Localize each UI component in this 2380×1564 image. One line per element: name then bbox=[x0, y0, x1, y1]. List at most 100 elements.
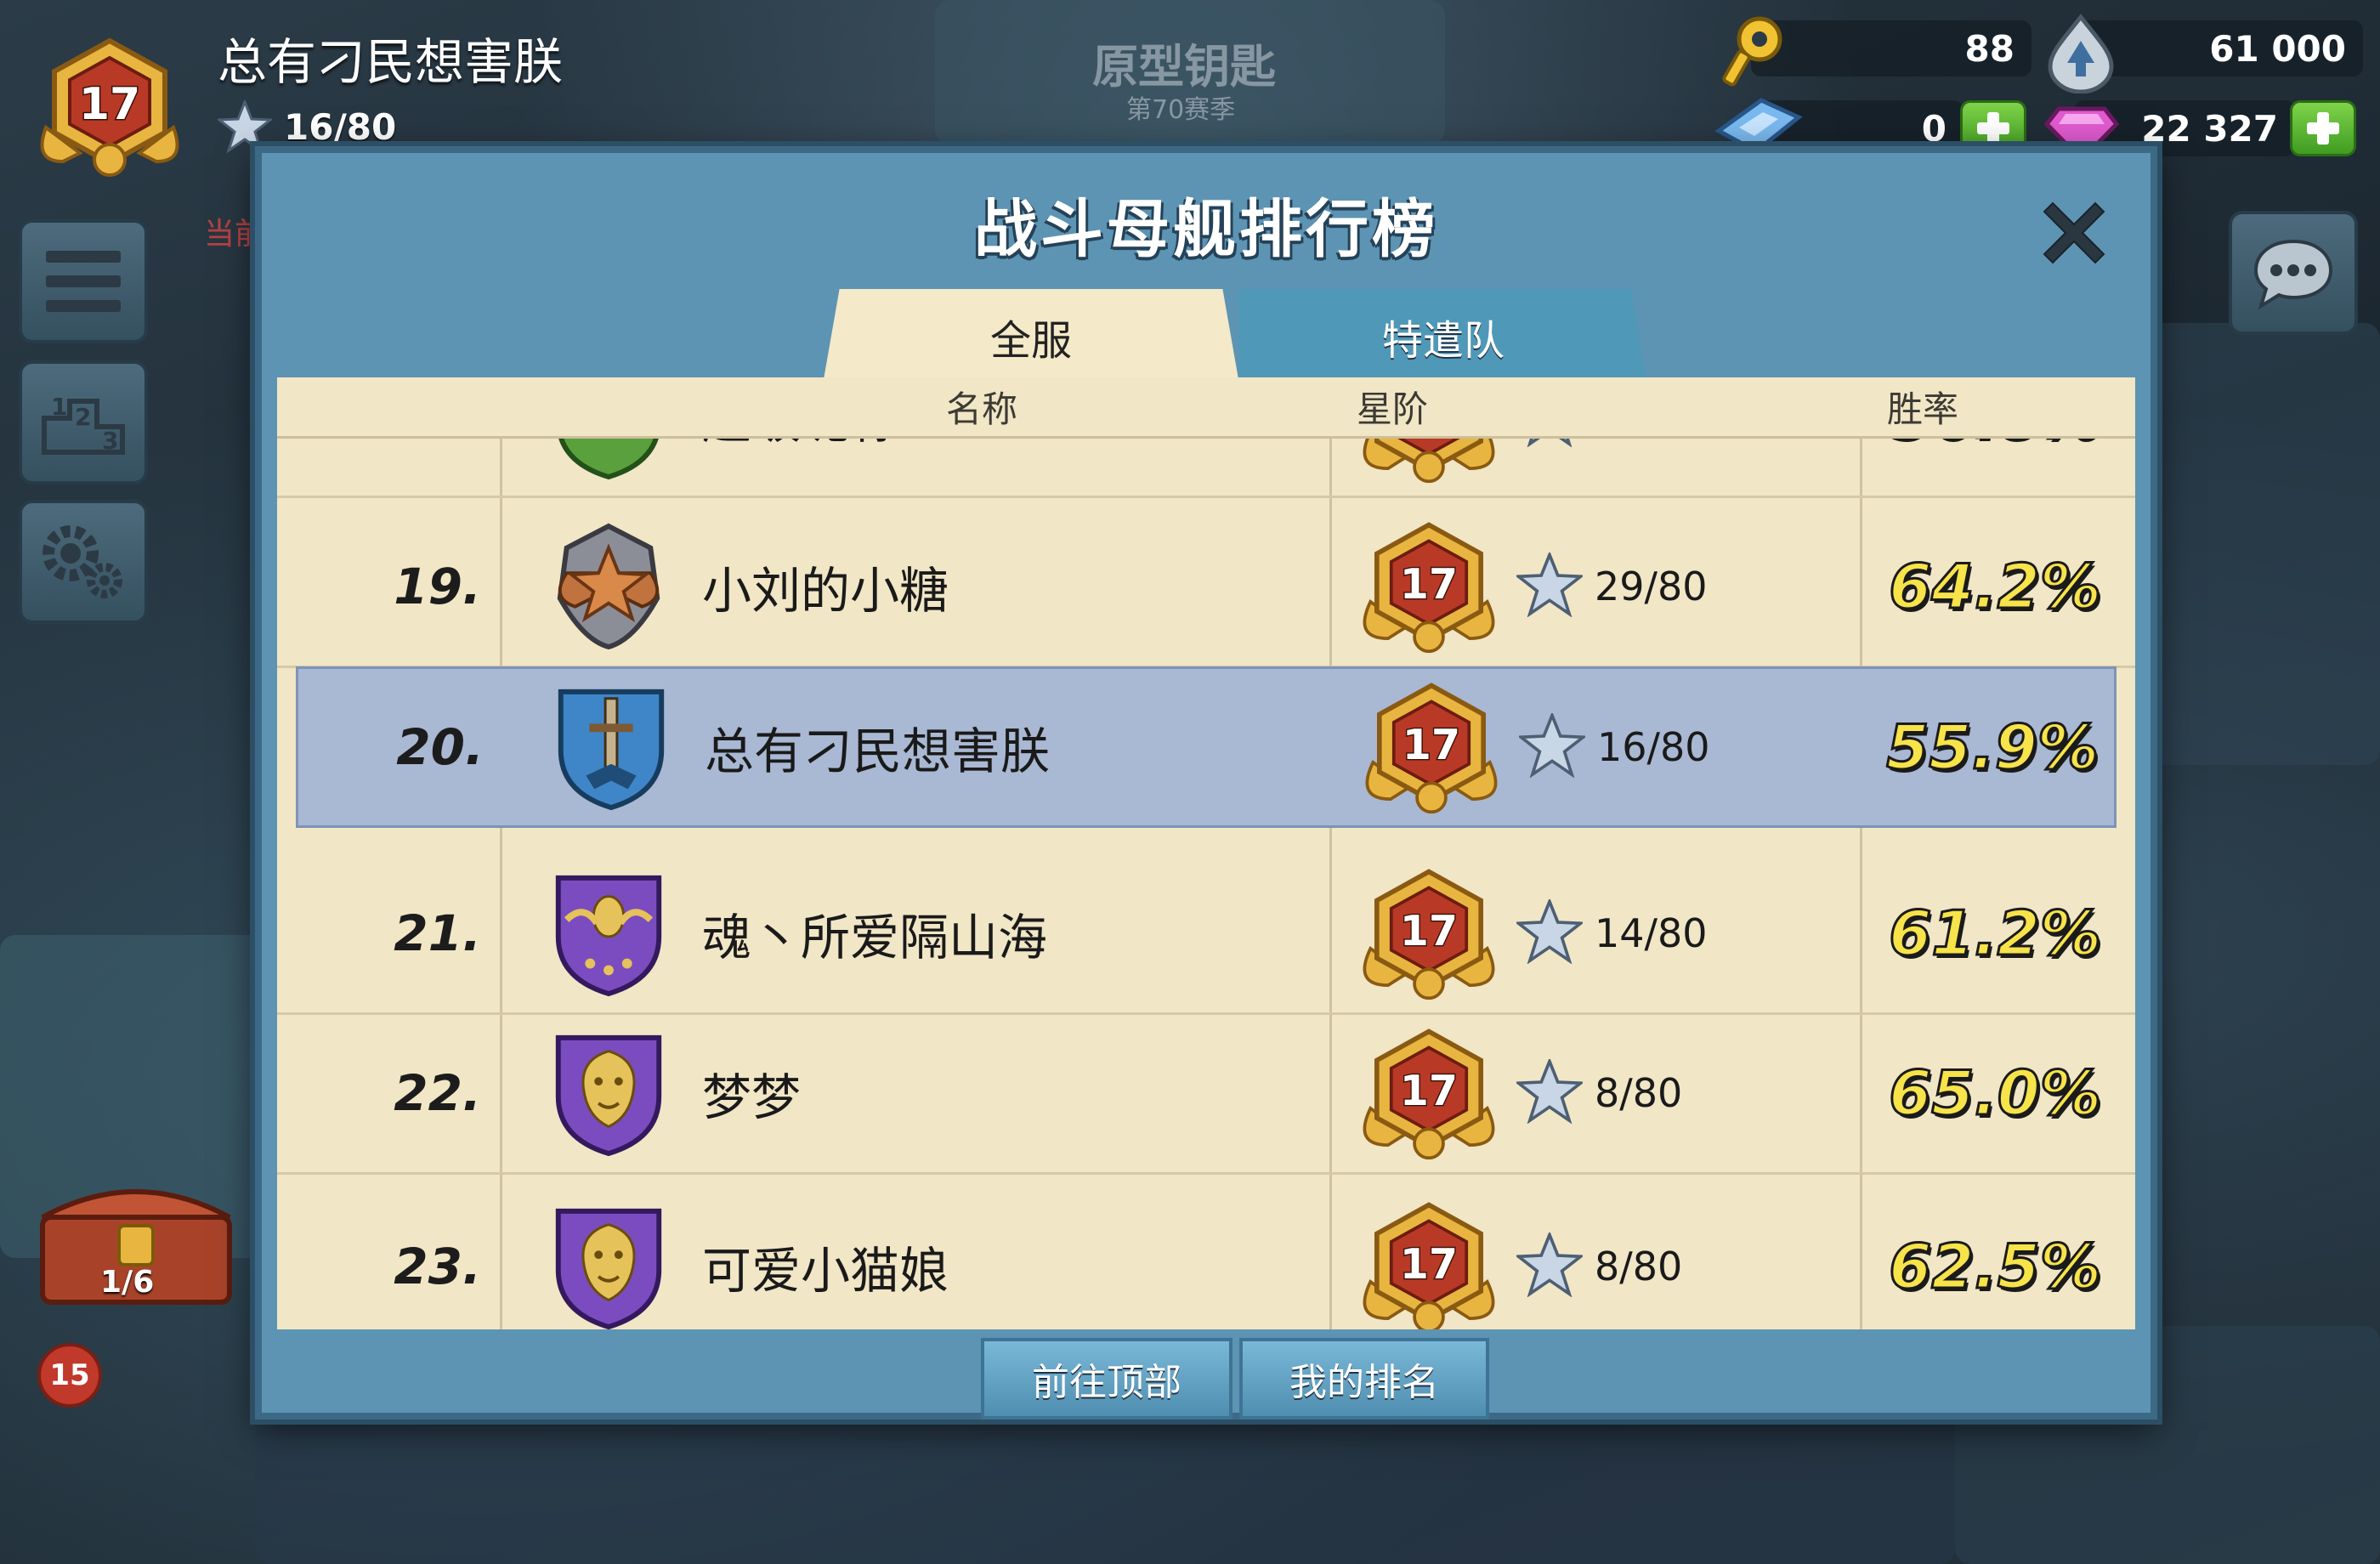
row-stars: 29/80 bbox=[1514, 550, 1708, 620]
green-shield-emblem-icon bbox=[549, 439, 668, 480]
svg-text:2: 2 bbox=[75, 403, 91, 431]
star-icon bbox=[1516, 439, 1583, 450]
intel-value: 61 000 bbox=[2209, 27, 2346, 70]
player-stars-text: 16/80 bbox=[284, 105, 397, 148]
crystals-value: 0 bbox=[1921, 107, 1946, 150]
diamonds-value: 22 327 bbox=[2141, 107, 2278, 150]
row-player-name: 可爱小猫娘 bbox=[702, 1241, 949, 1300]
purple-lion-emblem-icon bbox=[549, 1029, 668, 1157]
leaderboard-row-self[interactable]: 20. 总有刁民想害朕 17 16/80 55.9% bbox=[296, 666, 2116, 828]
star-icon bbox=[1514, 1230, 1585, 1300]
row-stars-text: 14/80 bbox=[1595, 910, 1708, 956]
keys-value: 88 bbox=[1964, 27, 2014, 70]
svg-text:1: 1 bbox=[51, 393, 67, 421]
row-win-rate: 55.9% bbox=[1885, 711, 2100, 785]
key-icon bbox=[1722, 16, 1782, 87]
row-rank: 21. bbox=[394, 904, 481, 962]
menu-button[interactable] bbox=[19, 219, 148, 343]
star-icon bbox=[1514, 897, 1585, 967]
leaderboard-button[interactable]: 1 2 3 bbox=[19, 360, 148, 484]
svg-text:17: 17 bbox=[1400, 1067, 1458, 1115]
leaderboard-row[interactable]: 21. 魂丶所爱隔山海 17 14/80 61.2% bbox=[277, 853, 2135, 1015]
bronze-star-emblem-icon bbox=[549, 523, 668, 650]
row-player-name: 小刘的小糖 bbox=[702, 561, 949, 620]
player-star-progress: 16/80 bbox=[218, 100, 396, 153]
my-rank-label: 我的排名 bbox=[1289, 1361, 1439, 1404]
row-rank: 22. bbox=[394, 1063, 481, 1122]
leaderboard-row[interactable]: 18. 超级呢称CK39 17 32/80 56.8% bbox=[277, 439, 2135, 498]
player-level-badge[interactable]: 17 bbox=[29, 34, 190, 178]
row-stars-text: 8/80 bbox=[1595, 1069, 1683, 1116]
leaderboard-modal: 战斗母舰排行榜 全服 特遣队 名称 星阶 胜率 18. 超级呢称CK39 17 32/… bbox=[255, 146, 2157, 1420]
event-season: 第70赛季 bbox=[1126, 95, 1236, 125]
header-rank-level: 星阶 bbox=[1357, 388, 1429, 430]
rank-level-badge-icon: 17 bbox=[1352, 1198, 1505, 1329]
buy-diamonds-button[interactable] bbox=[2290, 100, 2356, 156]
table-header: 名称 星阶 胜率 bbox=[277, 377, 2135, 439]
row-stars-text: 8/80 bbox=[1595, 1243, 1683, 1289]
row-win-rate: 65.0% bbox=[1888, 1056, 2103, 1130]
svg-text:3: 3 bbox=[102, 427, 118, 455]
row-win-rate: 64.2% bbox=[1888, 549, 2103, 623]
plus-icon bbox=[2307, 112, 2339, 144]
star-icon bbox=[218, 100, 272, 153]
row-win-rate: 62.5% bbox=[1888, 1229, 2103, 1303]
row-stars-text: 29/80 bbox=[1595, 563, 1708, 609]
purple-lion-emblem-icon bbox=[549, 1203, 668, 1330]
row-stars-text: 16/80 bbox=[1597, 724, 1710, 770]
star-icon bbox=[1514, 550, 1585, 620]
leaderboard-podium-icon: 1 2 3 bbox=[42, 393, 125, 455]
leaderboard-row[interactable]: 19. 小刘的小糖 17 29/80 64.2% bbox=[277, 507, 2135, 668]
row-rank: 18. bbox=[379, 439, 481, 445]
plus-icon bbox=[1977, 112, 2009, 144]
row-player-name: 魂丶所爱隔山海 bbox=[702, 908, 1048, 966]
row-player-name: 梦梦 bbox=[702, 1068, 802, 1126]
chest-progress: 1/6 bbox=[100, 1265, 155, 1300]
header-win-rate: 胜率 bbox=[1887, 388, 1959, 430]
row-stars: 8/80 bbox=[1514, 1230, 1683, 1300]
background-ground bbox=[255, 1411, 1955, 1564]
leaderboard-rows[interactable]: 18. 超级呢称CK39 17 32/80 56.8% 19. 小刘的小糖 17 29/80 64… bbox=[277, 439, 2135, 1329]
row-player-name: 总有刁民想害朕 bbox=[705, 722, 1051, 780]
leaderboard-row[interactable]: 22. 梦梦 17 8/80 65.0% bbox=[277, 1013, 2135, 1175]
row-win-rate: 56.8% bbox=[1888, 439, 2103, 453]
row-rank: 19. bbox=[394, 557, 481, 615]
chat-bubble-icon bbox=[2253, 239, 2333, 310]
tab-global[interactable]: 全服 bbox=[823, 289, 1239, 384]
rank-level-badge-icon: 17 bbox=[1355, 679, 1508, 815]
close-button[interactable] bbox=[2032, 190, 2116, 275]
player-name: 总有刁民想害朕 bbox=[218, 33, 564, 91]
chat-button[interactable] bbox=[2229, 211, 2358, 335]
go-to-top-label: 前往顶部 bbox=[1032, 1361, 1182, 1404]
player-level-text: 17 bbox=[79, 79, 140, 130]
rank-level-badge-icon: 17 bbox=[1352, 865, 1505, 1001]
row-stars: 32/80 bbox=[1516, 439, 1708, 450]
settings-button[interactable] bbox=[19, 500, 148, 624]
row-rank: 20. bbox=[396, 718, 484, 776]
star-icon bbox=[1516, 711, 1588, 781]
go-to-top-button[interactable]: 前往顶部 bbox=[981, 1338, 1232, 1420]
star-icon bbox=[1514, 1057, 1585, 1127]
my-rank-button[interactable]: 我的排名 bbox=[1239, 1338, 1489, 1420]
row-win-rate: 61.2% bbox=[1888, 896, 2103, 970]
gear-icon bbox=[42, 525, 122, 598]
svg-text:17: 17 bbox=[1400, 1240, 1458, 1289]
row-stars: 16/80 bbox=[1516, 711, 1710, 781]
header-rank-cell bbox=[277, 377, 500, 436]
purple-winged-emblem-icon bbox=[549, 870, 668, 997]
leaderboard-table: 名称 星阶 胜率 18. 超级呢称CK39 17 32/80 56.8% 19. 小刘的小糖… bbox=[277, 377, 2135, 1329]
rank-level-badge-icon: 17 bbox=[1352, 439, 1505, 484]
intel-icon bbox=[2048, 13, 2114, 94]
row-rank: 23. bbox=[394, 1237, 481, 1295]
svg-text:17: 17 bbox=[1400, 560, 1458, 609]
rank-level-badge-icon: 17 bbox=[1352, 518, 1505, 654]
tab-task-force[interactable]: 特遣队 bbox=[1239, 289, 1647, 384]
hamburger-menu-icon bbox=[46, 251, 121, 312]
tab-global-label: 全服 bbox=[989, 317, 1072, 365]
svg-text:17: 17 bbox=[1400, 907, 1458, 955]
svg-text:17: 17 bbox=[1402, 721, 1460, 769]
blue-dagger-emblem-icon bbox=[552, 683, 671, 811]
row-stars: 8/80 bbox=[1514, 1057, 1683, 1127]
leaderboard-row[interactable]: 23. 可爱小猫娘 17 8/80 62.5% bbox=[277, 1187, 2135, 1329]
close-icon bbox=[2043, 201, 2105, 264]
